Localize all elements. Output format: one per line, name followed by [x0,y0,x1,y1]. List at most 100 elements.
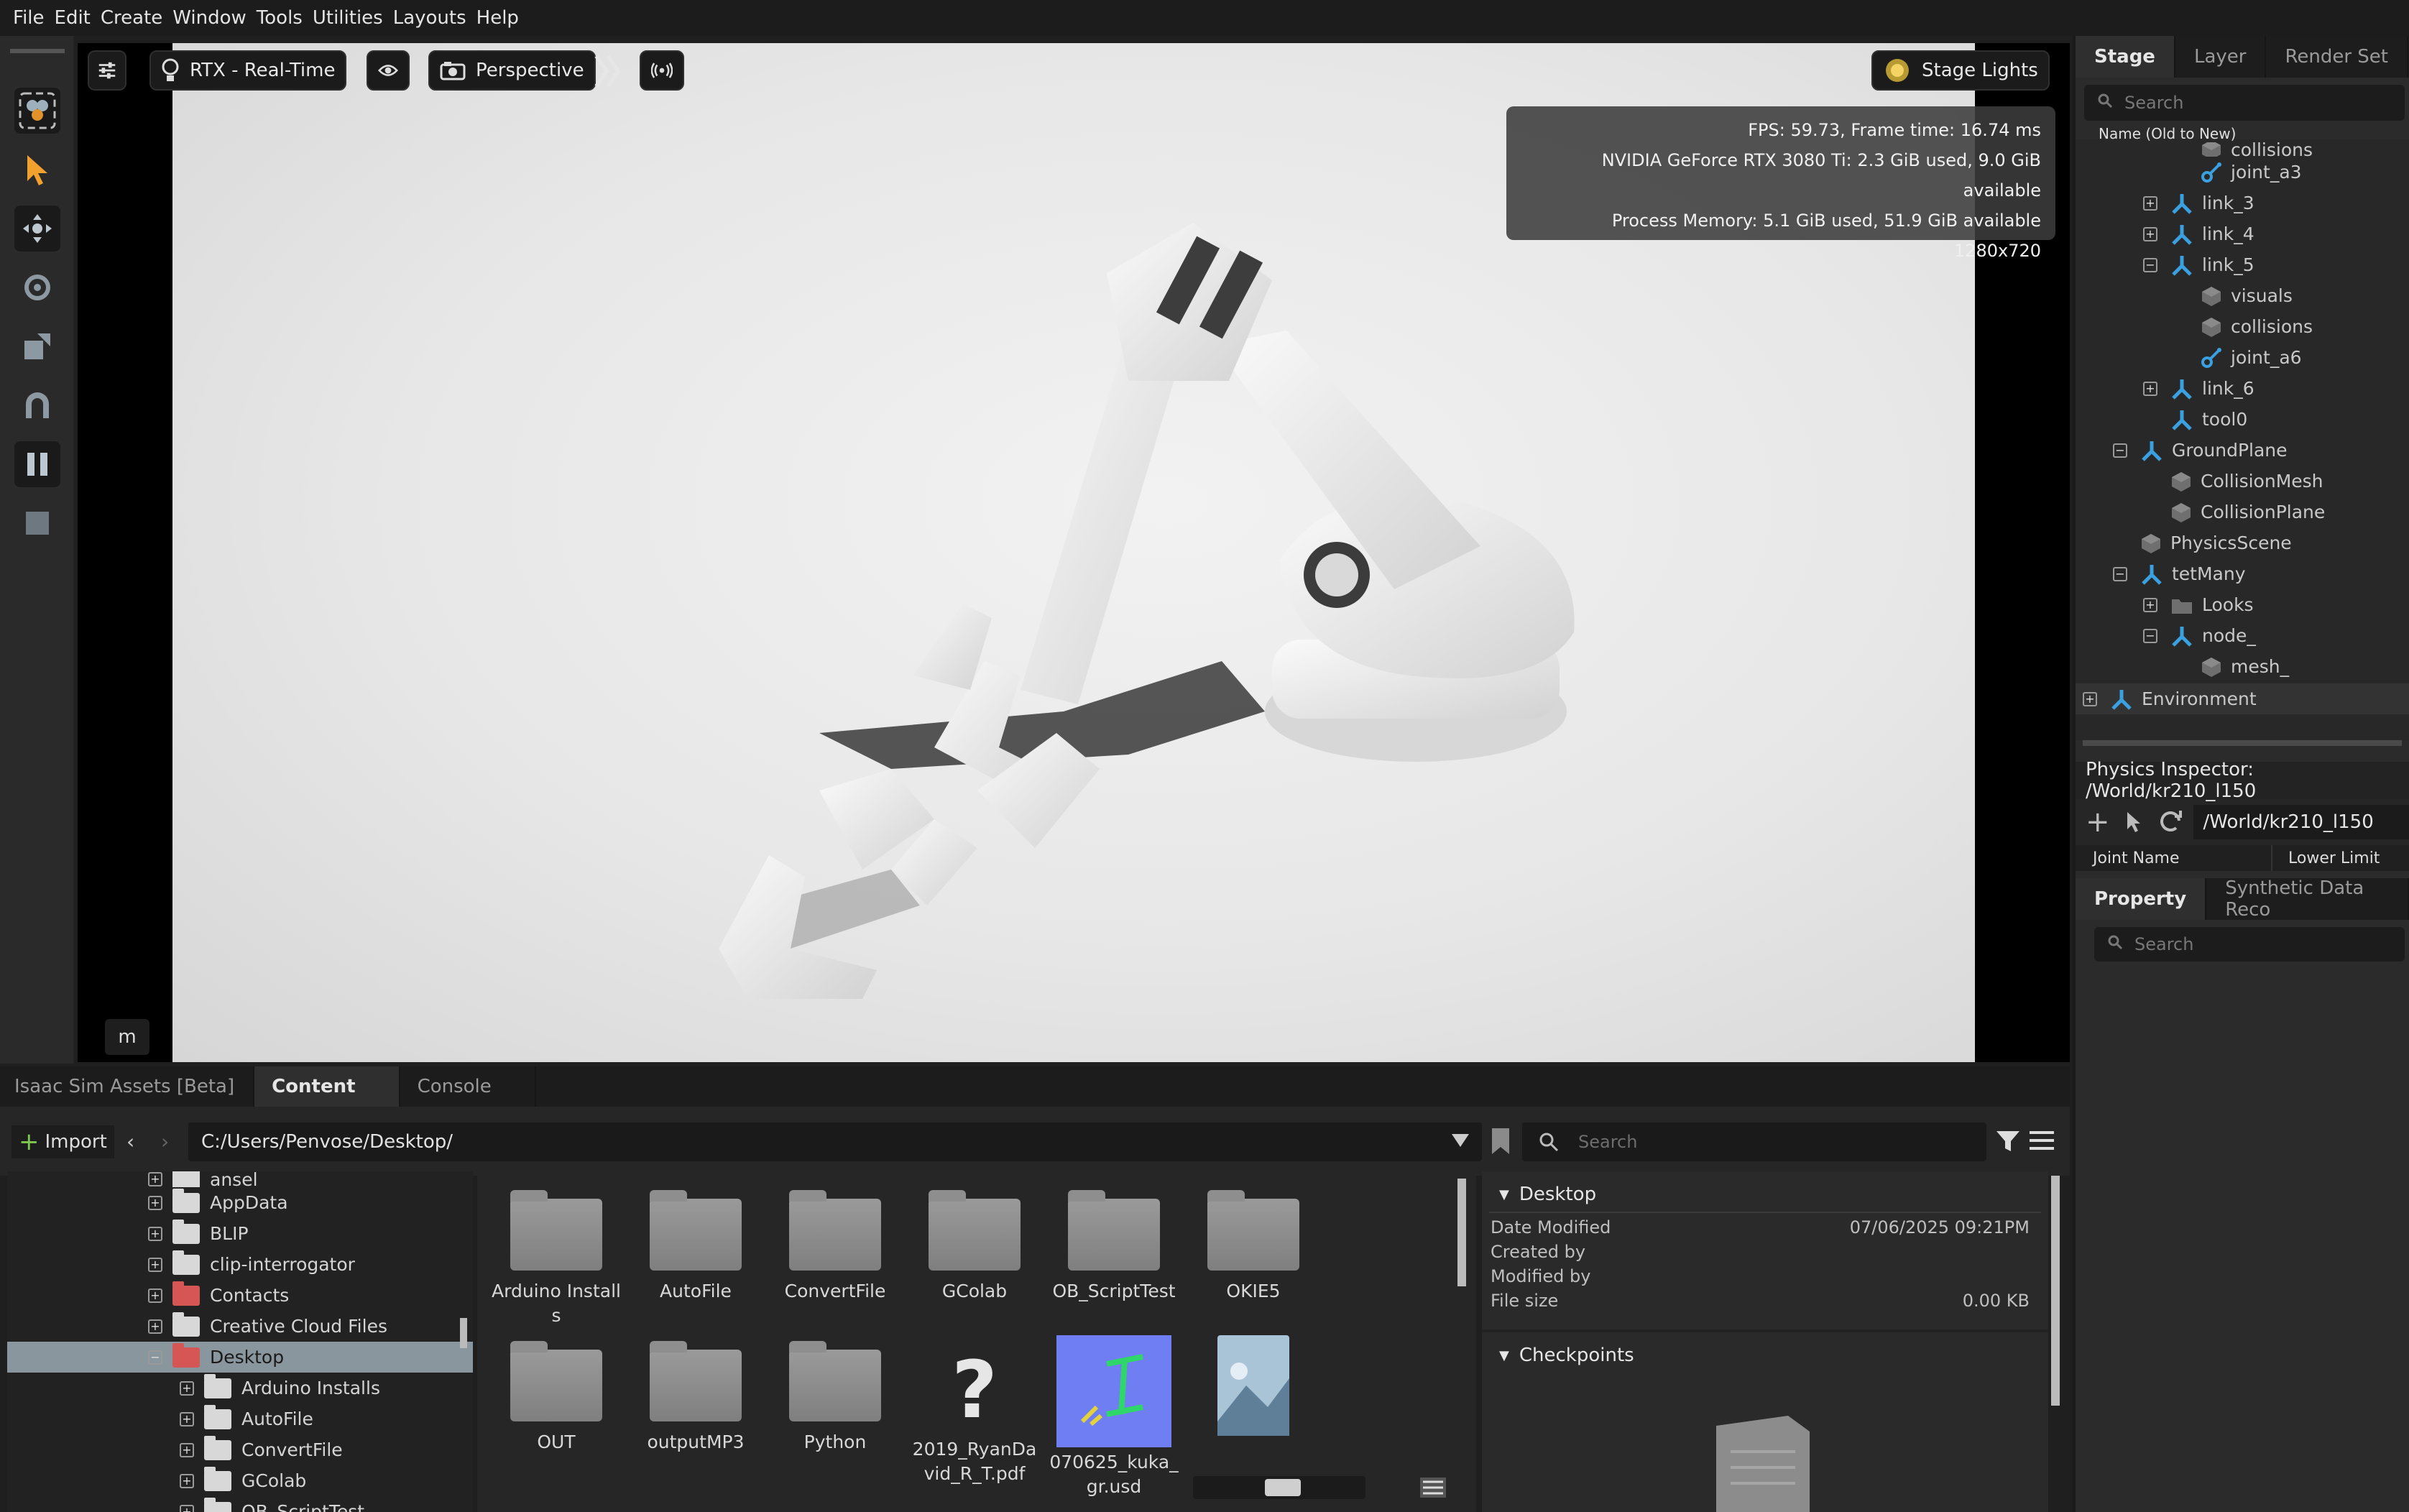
stage-tree-item[interactable]: CollisionPlane [2076,497,2409,527]
folder-tree-item[interactable]: + ansel [7,1171,473,1187]
folder-tree-item[interactable]: + OB_ScriptTest [7,1496,473,1512]
stage-tree-item[interactable]: CollisionMesh [2076,466,2409,497]
menu-create[interactable]: Create [101,7,162,29]
collapse-icon[interactable]: − [2143,257,2157,272]
broadcast-button[interactable] [640,50,684,91]
folder-tree-item[interactable]: + BLIP [7,1218,473,1249]
rotate-tool-button[interactable] [14,264,60,310]
tab-content[interactable]: Content [254,1066,400,1107]
stage-tree-item[interactable]: collisions [2076,311,2409,342]
collapse-icon[interactable]: − [148,1350,162,1365]
stage-column-header[interactable]: Name (Old to New) [2076,121,2409,142]
folder-tree-item[interactable]: + Creative Cloud Files [7,1311,473,1342]
stage-tree-item[interactable]: − GroundPlane [2076,435,2409,466]
stop-button[interactable] [14,500,60,546]
file-grid-item[interactable]: ? 2019_RyanDavid_R_T.pdf [910,1350,1039,1499]
stage-tree-item[interactable]: collisions [2076,142,2409,157]
zoom-slider-handle[interactable] [1265,1479,1301,1496]
expand-icon[interactable]: + [2143,597,2157,612]
stage-tree-item[interactable]: − link_5 [2076,249,2409,280]
folder-tree-item[interactable]: + AppData [7,1187,473,1218]
tab-stage[interactable]: Stage [2076,36,2175,78]
tab-console[interactable]: Console [400,1066,536,1107]
viewport-settings-button[interactable] [88,50,126,91]
joint-name-header[interactable]: Joint Name [2076,845,2272,871]
file-grid-item[interactable]: AutoFile [631,1190,760,1328]
tab-render-settings[interactable]: Render Set [2266,36,2408,78]
stage-tree-item[interactable]: − node_ [2076,620,2409,651]
physics-path-input[interactable]: /World/kr210_l150 [2193,805,2409,839]
stage-tree-item[interactable]: joint_a3 [2076,157,2409,188]
pause-button[interactable] [14,441,60,487]
stage-tree-item[interactable]: mesh_ [2076,651,2409,682]
menu-help[interactable]: Help [476,7,519,29]
folder-tree-item[interactable]: + ConvertFile [7,1434,473,1465]
add-icon[interactable]: + [2086,806,2110,839]
scale-tool-button[interactable] [14,323,60,369]
folder-tree-item[interactable]: + GColab [7,1465,473,1496]
expand-chevron-button[interactable] [594,52,622,91]
expand-icon[interactable]: + [180,1380,194,1396]
path-dropdown-button[interactable] [1450,1131,1470,1151]
lower-limit-header[interactable]: Lower Limit [2272,845,2380,871]
file-grid-item[interactable]: 070625_kuka_gr.usd [1049,1335,1179,1499]
menu-window[interactable]: Window [172,7,247,29]
expand-icon[interactable]: + [148,1172,162,1186]
file-grid-item[interactable]: Arduino Installs [492,1190,621,1328]
tab-property[interactable]: Property [2076,878,2207,920]
details-scrollbar[interactable] [2051,1176,2060,1406]
bookmark-button[interactable] [1491,1127,1511,1158]
expand-icon[interactable]: + [180,1504,194,1512]
stage-tree-item[interactable]: − tetMany [2076,558,2409,589]
select-tool-button[interactable] [14,147,60,193]
list-view-button[interactable] [2030,1130,2054,1154]
file-grid-item[interactable]: Python [770,1341,900,1499]
menu-utilities[interactable]: Utilities [313,7,383,29]
select-mode-button[interactable] [14,88,60,134]
expand-icon[interactable]: + [2143,226,2157,241]
path-input[interactable]: C:/Users/Penvose/Desktop/ [188,1123,1482,1161]
content-search-input[interactable]: Search [1522,1123,1986,1161]
tab-synthetic-data[interactable]: Synthetic Data Reco [2206,877,2409,921]
desktop-section-header[interactable]: ▼ Desktop [1482,1177,2048,1212]
stage-tree-item[interactable]: + link_4 [2076,218,2409,249]
stage-tree-item[interactable]: + link_3 [2076,188,2409,218]
visibility-button[interactable] [367,50,410,91]
file-grid-item[interactable]: GColab [910,1190,1039,1328]
stage-tree-item[interactable]: + link_6 [2076,373,2409,404]
menu-edit[interactable]: Edit [55,7,91,29]
expand-icon[interactable]: + [148,1257,162,1272]
tab-isaac-assets[interactable]: Isaac Sim Assets [Beta] [0,1066,255,1107]
filter-button[interactable] [1995,1128,2021,1157]
expand-icon[interactable]: + [148,1319,162,1334]
camera-button[interactable]: Perspective [428,50,596,91]
refresh-icon[interactable] [2157,809,2183,835]
render-mode-button[interactable]: RTX - Real-Time [149,50,347,91]
collapse-icon[interactable]: − [2113,443,2127,458]
toolbar-grip[interactable] [10,49,65,53]
menu-layouts[interactable]: Layouts [393,7,466,29]
file-grid-item[interactable]: OKIE5 [1189,1190,1318,1328]
file-grid-item[interactable]: OB_ScriptTest [1049,1190,1179,1328]
expand-icon[interactable]: + [180,1473,194,1488]
checkpoints-section-header[interactable]: ▼ Checkpoints [1482,1338,2048,1373]
stage-lights-button[interactable]: Stage Lights [1871,50,2050,91]
pick-cursor-icon[interactable] [2124,811,2142,834]
expand-icon[interactable]: + [180,1442,194,1457]
property-search-input[interactable]: Search [2094,927,2405,962]
folder-tree-item[interactable]: + clip-interrogator [7,1249,473,1280]
file-grid-item[interactable]: OUT [492,1341,621,1499]
expand-icon[interactable]: + [148,1195,162,1210]
stage-scrollbar[interactable] [2083,740,2402,746]
expand-icon[interactable]: + [2143,381,2157,396]
file-grid-item[interactable]: ConvertFile [770,1190,900,1328]
expand-icon[interactable]: + [2143,195,2157,211]
m-button[interactable]: m [105,1019,149,1055]
expand-icon[interactable]: + [180,1411,194,1426]
folder-tree-scrollbar[interactable] [460,1318,467,1348]
stage-tree-item[interactable]: + Looks [2076,589,2409,620]
stage-tree-item[interactable]: tool0 [2076,404,2409,435]
collapse-icon[interactable]: − [2143,628,2157,643]
file-grid-item[interactable]: outputMP3 [631,1341,760,1499]
stage-tree-item[interactable]: PhysicsScene [2076,527,2409,558]
